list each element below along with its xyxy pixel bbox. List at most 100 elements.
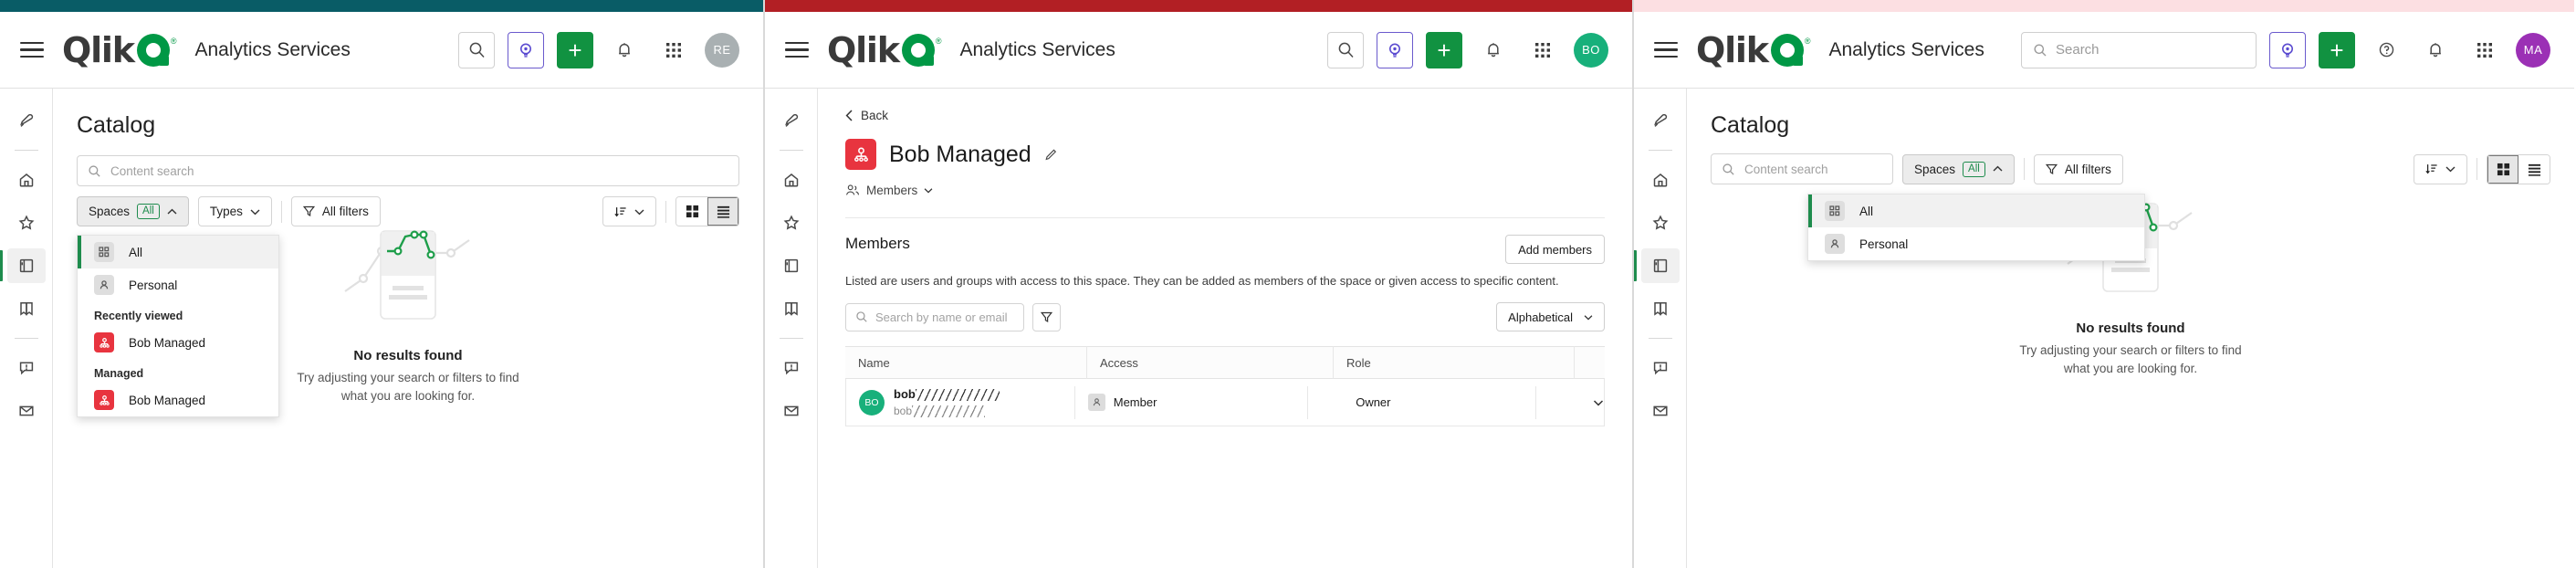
search-input[interactable]: Search: [2021, 31, 2257, 68]
column-header-role: Role: [1333, 346, 1574, 379]
spaces-filter-button[interactable]: Spaces All: [1902, 153, 2015, 184]
content-search-placeholder: Content search: [1744, 162, 1828, 176]
sidebar-item-mail[interactable]: [7, 394, 46, 428]
sidebar-item-alerts[interactable]: [772, 351, 811, 385]
search-icon[interactable]: [1327, 31, 1364, 68]
chevron-down-icon: [2445, 166, 2456, 173]
add-icon[interactable]: +: [557, 31, 593, 68]
page-title: Catalog: [77, 112, 156, 138]
notifications-icon[interactable]: [606, 31, 643, 68]
members-icon: [845, 184, 860, 195]
sidebar-item-bookmarks[interactable]: [7, 291, 46, 326]
logo-q-icon: [136, 33, 170, 67]
sidebar-item-home[interactable]: [772, 163, 811, 197]
add-icon[interactable]: +: [2319, 31, 2355, 68]
sidebar-item-rocket[interactable]: [1641, 103, 1680, 138]
back-label: Back: [861, 109, 889, 122]
edit-pencil-icon[interactable]: [1044, 148, 1058, 162]
grid-view-button[interactable]: [676, 197, 707, 226]
sidebar-item-catalog[interactable]: [772, 248, 811, 283]
space-detail-content: Back Bob Managed Members Members Add mem…: [818, 89, 1632, 568]
sidebar-item-home[interactable]: [7, 163, 46, 197]
sidebar-item-bookmarks[interactable]: [772, 291, 811, 326]
menu-icon[interactable]: [16, 35, 47, 66]
sidebar-item-alerts[interactable]: [7, 351, 46, 385]
members-controls: Search by name or email Alphabetical: [845, 302, 1605, 331]
spaces-dropdown-group-recently-viewed: Recently viewed: [94, 310, 183, 322]
notifications-icon[interactable]: [1475, 31, 1512, 68]
sidebar-item-mail[interactable]: [772, 394, 811, 428]
back-button[interactable]: Back: [845, 109, 1632, 122]
insight-advisor-icon[interactable]: [508, 31, 544, 68]
list-view-button[interactable]: [707, 197, 738, 226]
menu-icon[interactable]: [1650, 35, 1681, 66]
sort-button[interactable]: [2414, 153, 2467, 184]
sidebar-item-mail[interactable]: [1641, 394, 1680, 428]
spaces-dropdown-item-all[interactable]: All: [1808, 195, 2144, 227]
sidebar-item-bookmarks[interactable]: [1641, 291, 1680, 326]
all-filters-label: All filters: [2064, 162, 2111, 176]
qlik-logo[interactable]: Qlik ®: [62, 33, 176, 68]
types-filter-button[interactable]: Types: [197, 196, 272, 226]
grid-view-button[interactable]: [2487, 154, 2518, 184]
sidebar-item-rocket[interactable]: [772, 103, 811, 138]
avatar[interactable]: BO: [1574, 32, 1608, 68]
insight-advisor-icon[interactable]: [2269, 31, 2306, 68]
avatar[interactable]: MA: [2516, 32, 2550, 68]
spaces-dropdown-item-bob-managed-recent[interactable]: Bob Managed: [78, 326, 278, 359]
qlik-logo[interactable]: Qlik ®: [827, 33, 941, 68]
help-icon[interactable]: [2368, 31, 2404, 68]
content-search-input[interactable]: Content search: [1711, 153, 1893, 184]
spaces-filter-button[interactable]: Spaces All: [77, 196, 189, 226]
sidebar-item-home[interactable]: [1641, 163, 1680, 197]
content-search-input[interactable]: Content search: [77, 155, 739, 186]
table-row[interactable]: BO bob bob Member Owner: [845, 379, 1605, 426]
sidebar-item-alerts[interactable]: [1641, 351, 1680, 385]
logo-q-icon: [1770, 33, 1804, 67]
chevron-down-icon: [1593, 399, 1604, 405]
sidebar-item-catalog[interactable]: [0, 248, 46, 283]
sidebar-item-favorites[interactable]: [7, 205, 46, 240]
avatar[interactable]: RE: [705, 32, 739, 68]
members-filter-button[interactable]: [1032, 302, 1061, 331]
members-search-input[interactable]: Search by name or email: [845, 302, 1024, 331]
all-filters-button[interactable]: All filters: [290, 196, 381, 226]
apps-grid-icon[interactable]: [2466, 31, 2503, 68]
qlik-logo[interactable]: Qlik ®: [1696, 33, 1810, 68]
members-description: Listed are users and groups with access …: [845, 274, 1559, 288]
avatar-initials: MA: [2523, 43, 2543, 57]
list-view-button[interactable]: [2518, 154, 2550, 184]
view-toggle: [2487, 153, 2550, 184]
funnel-icon: [302, 205, 315, 217]
sidebar-item-favorites[interactable]: [772, 205, 811, 240]
sidebar-item-favorites[interactable]: [1641, 205, 1680, 240]
topbar-accent: [765, 0, 1632, 12]
header-actions: + RE: [458, 31, 739, 68]
rail-divider: [14, 338, 38, 339]
members-section: Members Add members Listed are users and…: [845, 217, 1605, 426]
member-row-menu[interactable]: [1535, 385, 1604, 419]
sidebar-item-catalog[interactable]: [1634, 248, 1680, 283]
spaces-dropdown-item-all[interactable]: All: [78, 236, 278, 268]
spaces-dropdown-group-managed: Managed: [94, 367, 144, 380]
add-members-button[interactable]: Add members: [1505, 235, 1605, 264]
menu-icon[interactable]: [781, 35, 812, 66]
logo-registered-icon: ®: [1804, 36, 1811, 46]
apps-grid-icon[interactable]: [655, 31, 692, 68]
all-filters-button[interactable]: All filters: [2033, 153, 2123, 184]
members-sort-select[interactable]: Alphabetical: [1496, 302, 1605, 331]
apps-grid-icon[interactable]: [1524, 31, 1561, 68]
tab-members[interactable]: Members: [845, 184, 1632, 197]
spaces-dropdown-item-bob-managed[interactable]: Bob Managed: [78, 384, 278, 416]
spaces-dropdown-item-personal[interactable]: Personal: [78, 268, 278, 301]
insight-advisor-icon[interactable]: [1377, 31, 1413, 68]
add-icon[interactable]: +: [1426, 31, 1462, 68]
search-icon[interactable]: [458, 31, 495, 68]
header-actions: + BO: [1327, 31, 1608, 68]
page-title: Catalog: [1711, 112, 1790, 138]
spaces-dropdown-item-personal[interactable]: Personal: [1808, 227, 2144, 260]
sort-button[interactable]: [602, 196, 656, 226]
notifications-icon[interactable]: [2417, 31, 2454, 68]
sidebar-item-rocket[interactable]: [7, 103, 46, 138]
panel-catalog-empty: Qlik ® Analytics Services Search + MA Ca…: [1632, 0, 2574, 568]
